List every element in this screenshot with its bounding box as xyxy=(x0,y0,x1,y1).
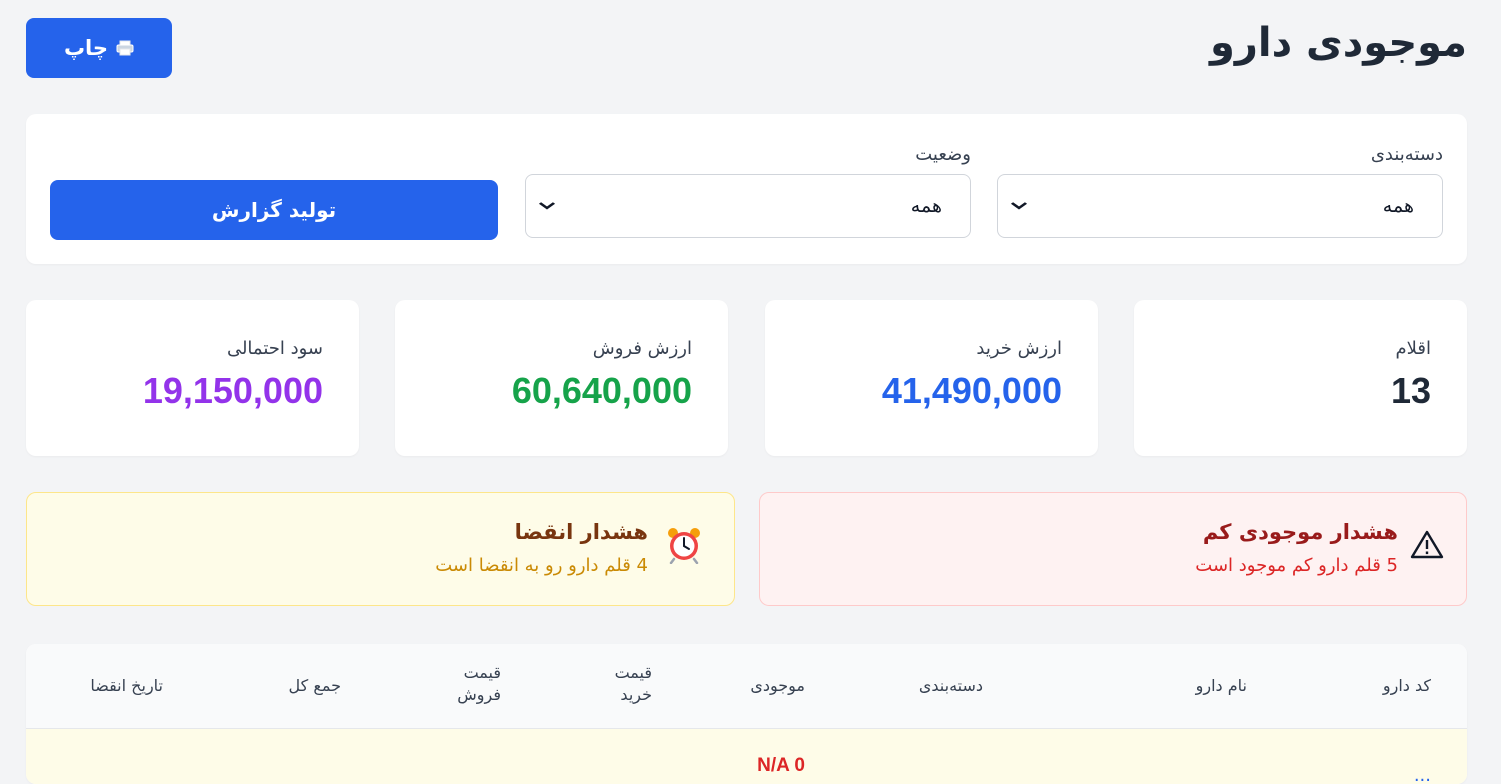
column-header-total: جمع کل xyxy=(288,676,341,695)
print-button-label: چاپ xyxy=(63,36,109,60)
low-stock-alert-title: هشدار موجودی کم xyxy=(1202,520,1398,544)
status-select-value: همه xyxy=(910,195,942,217)
stat-card-items: اقلام 13 xyxy=(1134,300,1467,456)
generate-report-button[interactable]: تولید گزارش xyxy=(50,180,498,240)
warning-icon xyxy=(1410,529,1444,563)
stat-label: ارزش خرید xyxy=(976,338,1062,359)
column-header-purchase-price: قیمت خرید xyxy=(614,663,652,704)
stat-card-purchase-value: ارزش خرید 41,490,000 xyxy=(765,300,1098,456)
stat-card-sale-value: ارزش فروش 60,640,000 xyxy=(395,300,728,456)
column-header-category: دسته‌بندی xyxy=(918,676,983,695)
column-header-stock: موجودی xyxy=(750,676,805,695)
inventory-table: کد دارو نام دارو دسته‌بندی موجودی قیمت خ… xyxy=(26,644,1467,784)
stat-label: اقلام xyxy=(1395,338,1432,359)
table-row[interactable]: ... N/A 0 xyxy=(26,729,1467,784)
category-select-value: همه xyxy=(1382,195,1414,217)
stat-label: ارزش فروش xyxy=(592,338,692,359)
printer-icon xyxy=(116,40,134,56)
stat-value: 60,640,000 xyxy=(511,370,692,411)
chevron-down-icon xyxy=(537,199,557,213)
status-label: وضعیت xyxy=(915,144,971,165)
cell-stock: N/A 0 xyxy=(757,755,805,776)
category-select[interactable]: همه xyxy=(997,174,1443,238)
alarm-clock-icon xyxy=(666,526,702,568)
stat-label: سود احتمالی xyxy=(226,338,323,359)
column-header-sale-price: قیمت فروش xyxy=(457,663,501,704)
status-select[interactable]: همه xyxy=(525,174,971,238)
column-header-name: نام دارو xyxy=(1195,676,1247,695)
inventory-page: موجودی دارو چاپ دسته‌بندی همه وضعیت همه xyxy=(0,0,1501,784)
expiry-alert-title: هشدار انقضا xyxy=(514,520,648,544)
stat-value: 13 xyxy=(1390,370,1431,411)
low-stock-alert: هشدار موجودی کم 5 قلم دارو کم موجود است xyxy=(759,492,1467,606)
expiry-alert: هشدار انقضا 4 قلم دارو رو به انقضا است xyxy=(26,492,735,606)
stat-value: 19,150,000 xyxy=(142,370,323,411)
category-label: دسته‌بندی xyxy=(1370,144,1443,165)
stat-card-potential-profit: سود احتمالی 19,150,000 xyxy=(26,300,359,456)
page-title: موجودی دارو xyxy=(1210,20,1467,66)
column-header-expiry: تاریخ انقضا xyxy=(90,676,163,695)
expiry-alert-text: 4 قلم دارو رو به انقضا است xyxy=(435,555,648,576)
print-button[interactable]: چاپ xyxy=(26,18,172,78)
stat-value: 41,490,000 xyxy=(881,370,1062,411)
low-stock-alert-text: 5 قلم دارو کم موجود است xyxy=(1195,555,1398,576)
column-header-code: کد دارو xyxy=(1382,676,1431,695)
table-header: کد دارو نام دارو دسته‌بندی موجودی قیمت خ… xyxy=(26,644,1467,729)
filter-panel: دسته‌بندی همه وضعیت همه تولید گزارش xyxy=(26,114,1467,264)
chevron-down-icon xyxy=(1009,199,1029,213)
